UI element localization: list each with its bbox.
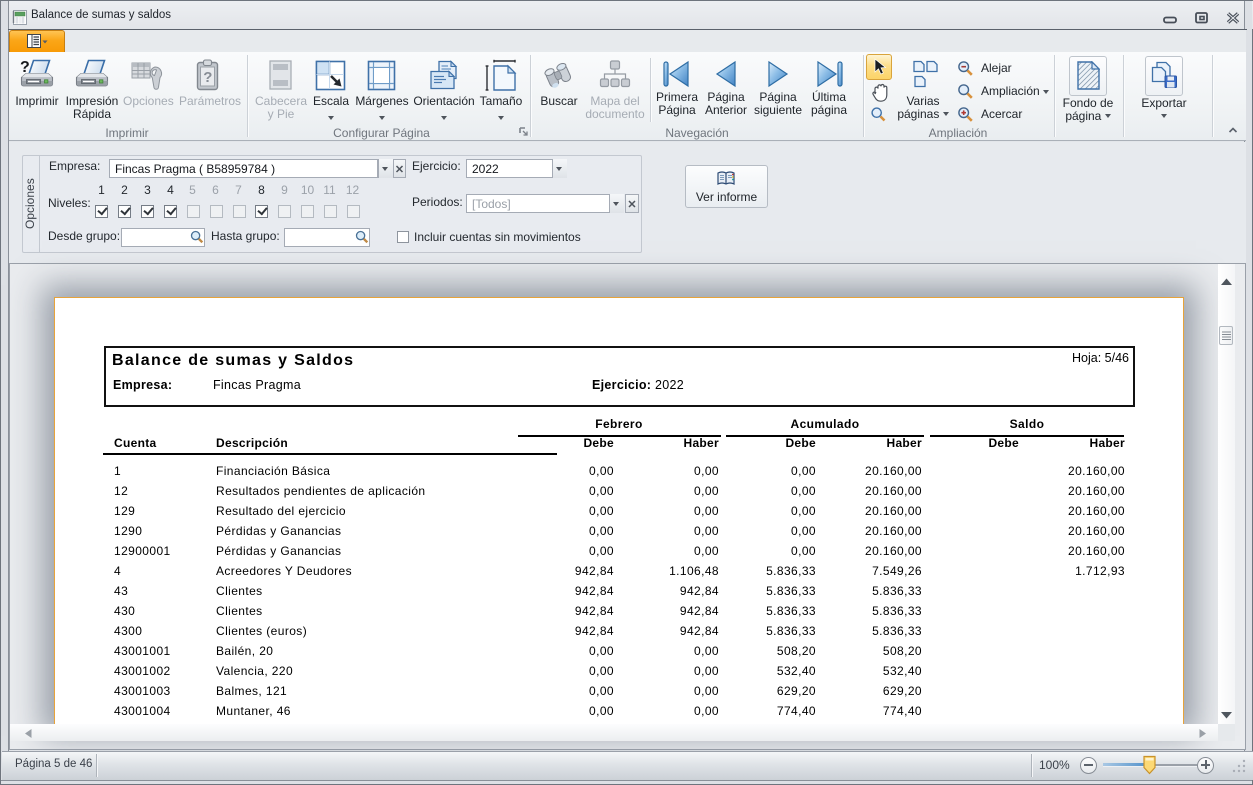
- svg-text:?: ?: [203, 69, 212, 86]
